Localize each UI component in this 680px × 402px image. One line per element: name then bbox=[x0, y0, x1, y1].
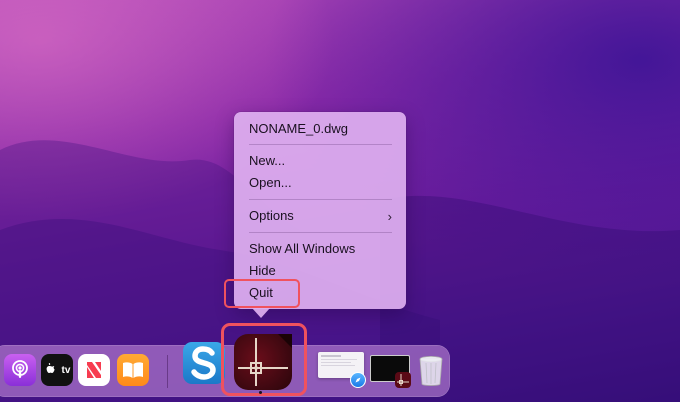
apple-tv-label: tv bbox=[61, 364, 71, 376]
safari-badge-icon bbox=[350, 372, 366, 388]
podcasts-icon[interactable] bbox=[4, 354, 36, 386]
menu-pointer-arrow bbox=[252, 308, 270, 318]
apple-tv-icon[interactable]: tv bbox=[41, 354, 73, 386]
autocad-highlight-box bbox=[221, 323, 307, 396]
autocad-badge-icon bbox=[395, 372, 411, 388]
menu-separator bbox=[249, 199, 392, 200]
snagit-icon[interactable] bbox=[183, 342, 225, 384]
menu-item-open[interactable]: Open... bbox=[249, 174, 292, 192]
news-icon[interactable] bbox=[78, 354, 110, 386]
dock-divider bbox=[167, 355, 168, 388]
menu-item-show-all-windows[interactable]: Show All Windows bbox=[249, 240, 355, 258]
menu-item-hide[interactable]: Hide bbox=[249, 262, 276, 280]
books-icon[interactable] bbox=[117, 354, 149, 386]
quit-highlight-box bbox=[224, 279, 300, 308]
chevron-right-icon: › bbox=[387, 209, 392, 224]
menu-separator bbox=[249, 232, 392, 233]
running-indicator-dot bbox=[259, 391, 262, 394]
menu-item-document-title[interactable]: NONAME_0.dwg bbox=[249, 120, 348, 138]
menu-separator bbox=[249, 144, 392, 145]
menu-item-options[interactable]: Options bbox=[249, 207, 294, 225]
menu-item-new[interactable]: New... bbox=[249, 152, 285, 170]
trash-icon[interactable] bbox=[418, 355, 444, 387]
